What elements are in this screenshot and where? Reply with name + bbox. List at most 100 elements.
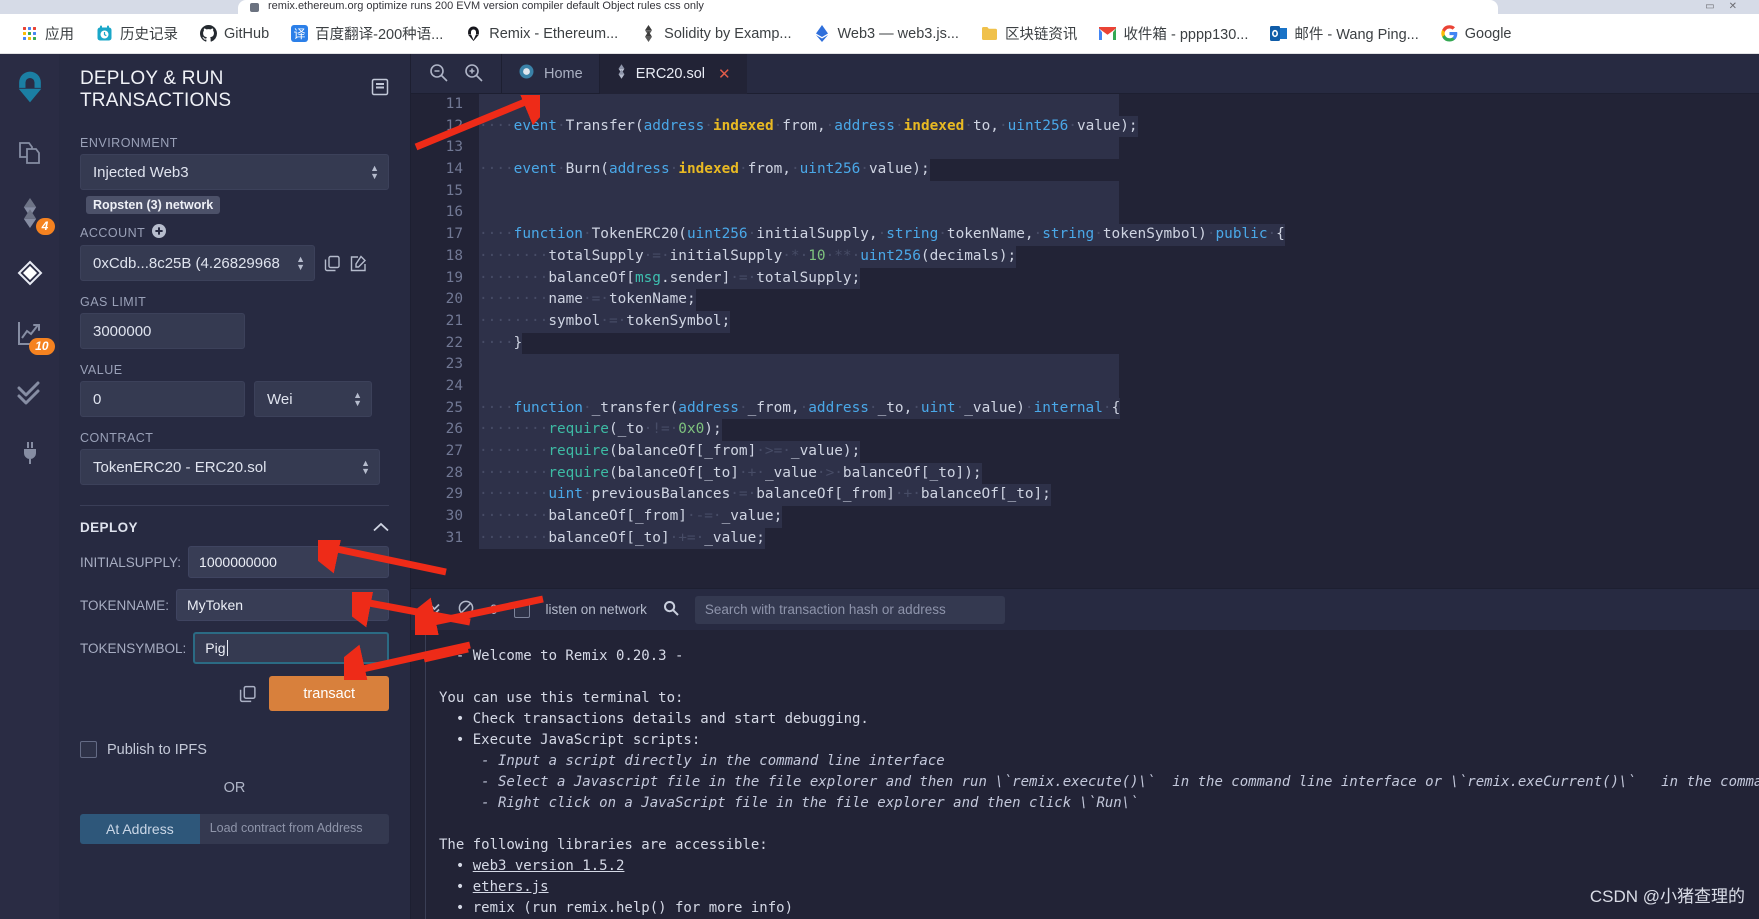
line-number: 20 — [445, 291, 463, 308]
bookmark-label: Web3 — web3.js... — [837, 25, 959, 42]
solidity-compiler-icon[interactable]: 4 — [11, 194, 55, 235]
bookmark-solidity-by-example[interactable]: Solidity by Examp... — [629, 22, 802, 45]
contract-value: TokenERC20 - ERC20.sol — [93, 458, 267, 476]
listen-on-network-checkbox[interactable] — [513, 601, 530, 618]
close-icon[interactable]: ✕ — [718, 65, 731, 83]
deploy-arg-row: TOKENSYMBOL: Pig — [80, 632, 389, 664]
code-line: 22 ····} — [411, 332, 1759, 355]
code-line: 16 — [411, 202, 1759, 225]
zoom-in-icon[interactable] — [464, 63, 483, 85]
terminal-line: - Input a script directly in the command… — [439, 753, 945, 769]
chevron-double-down-icon[interactable] — [427, 601, 442, 619]
publish-ipfs-checkbox[interactable] — [80, 741, 97, 758]
line-number: 28 — [445, 464, 463, 481]
baidu-translate-icon: 译 — [291, 25, 309, 42]
bookmark-history[interactable]: 历史记录 — [85, 20, 189, 47]
gas-limit-input[interactable]: 3000000 — [80, 313, 245, 349]
chevron-updown-icon: ▲ ▼ — [353, 390, 362, 408]
web3-icon — [814, 25, 831, 42]
line-number: 13 — [445, 139, 463, 156]
tab-favicon-icon — [250, 3, 259, 12]
environment-select[interactable]: Injected Web3 ▲ ▼ — [80, 154, 389, 190]
line-number: 26 — [445, 421, 463, 438]
account-label: ACCOUNT — [80, 225, 146, 240]
search-icon[interactable] — [663, 600, 679, 619]
value-input[interactable]: 0 — [80, 381, 245, 417]
transact-button[interactable]: transact — [269, 676, 389, 711]
csdn-watermark: CSDN @小猪查理的 — [1589, 887, 1745, 906]
code-line: 14 ····event·Burn(address·indexed·from,·u… — [411, 159, 1759, 181]
environment-label: ENVIRONMENT — [80, 136, 178, 150]
value-unit-select[interactable]: Wei ▲ ▼ — [254, 381, 372, 417]
plugin-manager-icon[interactable] — [11, 434, 49, 472]
zoom-out-icon[interactable] — [429, 63, 448, 85]
tokensymbol-input[interactable]: Pig — [193, 632, 389, 664]
browser-active-tab[interactable]: remix.ethereum.org optimize runs 200 EVM… — [238, 0, 1498, 14]
at-address-input[interactable]: Load contract from Address — [199, 814, 389, 844]
debugger-icon[interactable]: 10 — [11, 314, 55, 355]
pending-count: 0 — [490, 602, 498, 617]
terminal-output[interactable]: - Welcome to Remix 0.20.3 - You can use … — [411, 630, 1759, 919]
copy-calldata-icon[interactable] — [239, 685, 257, 703]
bookmark-blockchain-news[interactable]: 区块链资讯 — [970, 20, 1089, 47]
code-line: 20 ········name·=·tokenName; — [411, 289, 1759, 311]
bookmark-label: 历史记录 — [120, 27, 178, 43]
file-explorer-icon[interactable] — [11, 134, 49, 172]
bookmark-apps[interactable]: 应用 — [10, 20, 85, 47]
remix-ide-screenshot: remix.ethereum.org optimize runs 200 EVM… — [0, 0, 1759, 919]
remix-logo-icon[interactable] — [11, 68, 49, 106]
bookmark-web3js[interactable]: Web3 — web3.js... — [803, 22, 970, 45]
copy-account-icon[interactable] — [324, 255, 341, 272]
remix-home-icon — [518, 63, 535, 84]
sign-message-icon[interactable] — [350, 254, 367, 272]
bookmark-google[interactable]: Google — [1430, 22, 1523, 45]
code-line: 21 ········symbol·=·tokenSymbol; — [411, 310, 1759, 333]
contract-select[interactable]: TokenERC20 - ERC20.sol ▲ ▼ — [80, 449, 380, 485]
debugger-badge: 10 — [29, 338, 55, 355]
add-account-icon[interactable] — [152, 224, 167, 241]
chevron-up-icon[interactable] — [373, 520, 389, 535]
solidity-unit-testing-icon[interactable] — [11, 374, 49, 412]
line-number: 12 — [445, 117, 463, 134]
deploy-arg-row: INITIALSUPPLY: 1000000000 — [80, 546, 389, 578]
deploy-section-header[interactable]: DEPLOY — [80, 505, 389, 535]
bookmark-label: 百度翻译-200种语... — [315, 27, 444, 43]
account-value: 0xCdb...8c25B (4.26829968 — [93, 254, 280, 272]
bookmark-baidu-translate[interactable]: 译 百度翻译-200种语... — [280, 20, 454, 47]
code-line-text: ········balanceOf[_from]·-=·_value; — [479, 506, 783, 528]
chevron-updown-icon: ▲ ▼ — [361, 458, 370, 476]
terminal-link[interactable]: • web3 version 1.5.2 — [439, 856, 1759, 877]
transaction-search-input[interactable]: Search with transaction hash or address — [694, 595, 1005, 624]
bookmark-label: Solidity by Examp... — [664, 25, 792, 42]
code-line: 15 — [411, 180, 1759, 203]
arg-value: 1000000000 — [199, 554, 277, 570]
publish-ipfs-row[interactable]: Publish to IPFS — [80, 741, 389, 758]
at-address-button[interactable]: At Address — [80, 814, 200, 844]
tab-erc20-sol[interactable]: ERC20.sol ✕ — [598, 53, 747, 94]
no-entry-icon[interactable] — [458, 600, 474, 619]
window-controls[interactable]: ▭✕ — [1705, 1, 1751, 12]
deploy-label: DEPLOY — [80, 520, 138, 535]
tab-title: remix.ethereum.org optimize runs 200 EVM… — [268, 0, 704, 12]
deploy-run-icon[interactable] — [11, 254, 49, 292]
tab-home[interactable]: Home — [501, 53, 599, 94]
panel-menu-icon[interactable] — [371, 78, 389, 102]
bookmark-label: Google — [1464, 25, 1512, 42]
code-line-text: ····event·Burn(address·indexed·from,·uin… — [479, 159, 930, 181]
bookmark-remix[interactable]: Remix - Ethereum... — [454, 22, 629, 45]
code-line: 29 ········uint·previousBalances·=·balanc… — [411, 484, 1759, 507]
bookmark-gmail[interactable]: 收件箱 - pppp130... — [1088, 20, 1259, 47]
code-editor[interactable]: 11 12 ····event·Transfer(address·indexed·… — [411, 94, 1759, 588]
bookmark-outlook[interactable]: 邮件 - Wang Ping... — [1259, 20, 1429, 47]
code-line: 25 ····function·_transfer(address·_from,·… — [411, 397, 1759, 420]
code-line: 28 ········require(balanceOf[_to]·+·_valu… — [411, 462, 1759, 485]
code-line: 23 — [411, 354, 1759, 376]
initialsupply-input[interactable]: 1000000000 — [188, 546, 389, 578]
bookmark-github[interactable]: GitHub — [189, 22, 280, 45]
terminal-link[interactable]: • ethers.js — [439, 877, 1759, 898]
tokenname-input[interactable]: MyToken — [176, 589, 389, 621]
account-select[interactable]: 0xCdb...8c25B (4.26829968 ▲ ▼ — [80, 245, 315, 281]
code-line-text: ········symbol·=·tokenSymbol; — [479, 310, 731, 333]
line-number: 15 — [445, 182, 463, 199]
terminal-line: You can use this terminal to: — [439, 690, 684, 706]
